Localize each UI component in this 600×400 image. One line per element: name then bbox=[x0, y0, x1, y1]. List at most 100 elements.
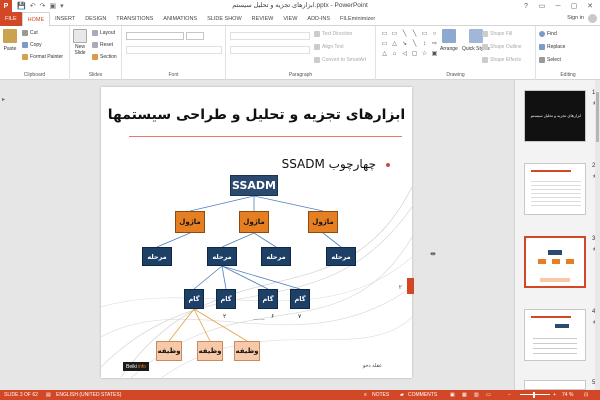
shape-glyph[interactable]: ↘ bbox=[400, 39, 409, 48]
stage-node[interactable]: مرحله bbox=[142, 247, 172, 266]
ssadm-root-node[interactable]: SSADM bbox=[230, 175, 278, 196]
reading-view-icon[interactable]: ▥ bbox=[474, 392, 479, 398]
slide-bullet-text[interactable]: چهارچوب SSADM bbox=[282, 157, 376, 171]
shape-glyph[interactable]: ▭ bbox=[390, 29, 399, 38]
shape-glyph[interactable]: ▭ bbox=[380, 39, 389, 48]
minimize-button[interactable]: ─ bbox=[550, 0, 566, 12]
step-node[interactable]: گام bbox=[290, 289, 310, 309]
fit-to-window-icon[interactable]: ⊡ bbox=[584, 392, 588, 398]
language-indicator[interactable]: ENGLISH (UNITED STATES) bbox=[56, 392, 121, 398]
stage-node[interactable]: مرحله bbox=[261, 247, 291, 266]
comments-button[interactable]: COMMENTS bbox=[408, 392, 437, 398]
layout-button[interactable]: Layout bbox=[92, 30, 115, 36]
ribbon-display-options-icon[interactable]: ▭ bbox=[534, 0, 550, 12]
notes-button[interactable]: NOTES bbox=[372, 392, 389, 398]
paste-button[interactable]: Paste bbox=[3, 29, 17, 52]
font-name-select[interactable] bbox=[126, 32, 184, 40]
tab-home[interactable]: HOME bbox=[21, 11, 51, 27]
spellcheck-icon[interactable]: ▤ bbox=[46, 392, 51, 398]
zoom-out-icon[interactable]: − bbox=[508, 392, 511, 398]
task-node[interactable]: وظیفه bbox=[234, 341, 260, 361]
zoom-slider[interactable] bbox=[520, 394, 550, 395]
slide-canvas[interactable]: ابزارهای تجزیه و تحلیل و طراحی سیستمها چ… bbox=[101, 87, 412, 378]
font-format-buttons[interactable] bbox=[126, 46, 222, 54]
redo-icon[interactable]: ↷ bbox=[40, 2, 46, 10]
task-node[interactable]: وظیفه bbox=[197, 341, 223, 361]
list-buttons[interactable] bbox=[230, 32, 310, 40]
close-button[interactable]: ✕ bbox=[582, 0, 598, 12]
tab-insert[interactable]: INSERT bbox=[50, 12, 80, 26]
convert-smartart-button[interactable]: Convert to SmartArt bbox=[314, 57, 366, 63]
step-node[interactable]: گام bbox=[184, 289, 204, 309]
align-buttons[interactable] bbox=[230, 46, 310, 54]
expand-panel-icon[interactable]: ▸ bbox=[2, 96, 5, 103]
shape-glyph[interactable]: ▣ bbox=[430, 49, 439, 58]
shapes-gallery[interactable]: ▭ ▭ ╲ ╲ ▭ ○ ▭ △ ↘ ╲ ↕ ⇨ △ ⌂ ◁ ▢ ☆ ▣ bbox=[380, 29, 438, 59]
slide-thumbnail[interactable]: ابزارهای تجزیه و تحلیل سیستم bbox=[524, 90, 586, 142]
task-node[interactable]: وظیفه bbox=[156, 341, 182, 361]
slideshow-view-icon[interactable]: ▭ bbox=[486, 392, 491, 398]
shape-glyph[interactable]: ▭ bbox=[420, 29, 429, 38]
reset-button[interactable]: Reset bbox=[92, 42, 113, 48]
shape-glyph[interactable]: ⌂ bbox=[390, 49, 399, 58]
font-size-select[interactable] bbox=[186, 32, 204, 40]
text-direction-button[interactable]: Text Direction bbox=[314, 31, 352, 37]
shape-fill-button[interactable]: Shape Fill bbox=[482, 31, 512, 37]
undo-icon[interactable]: ↶ bbox=[30, 2, 36, 10]
maximize-button[interactable]: ▢ bbox=[566, 0, 582, 12]
arrange-button[interactable]: Arrange bbox=[440, 29, 458, 52]
shape-effects-button[interactable]: Shape Effects bbox=[482, 57, 521, 63]
normal-view-icon[interactable]: ▣ bbox=[450, 392, 455, 398]
tab-slide-show[interactable]: SLIDE SHOW bbox=[202, 12, 247, 26]
save-icon[interactable]: 💾 bbox=[17, 2, 26, 10]
shape-glyph[interactable]: ↕ bbox=[420, 39, 429, 48]
module-node[interactable]: ماژول bbox=[308, 211, 338, 233]
tab-file[interactable]: FILE bbox=[0, 11, 22, 26]
help-icon[interactable]: ? bbox=[518, 0, 534, 12]
tab-add-ins[interactable]: ADD-INS bbox=[302, 12, 335, 26]
replace-button[interactable]: Replace bbox=[539, 44, 565, 50]
shape-glyph[interactable]: △ bbox=[380, 49, 389, 58]
shape-glyph[interactable]: ◁ bbox=[400, 49, 409, 58]
step-node[interactable]: گام bbox=[216, 289, 236, 309]
slide-title[interactable]: ابزارهای تجزیه و تحلیل و طراحی سیستمها bbox=[101, 107, 412, 123]
stage-node[interactable]: مرحله bbox=[326, 247, 356, 266]
tab-view[interactable]: VIEW bbox=[278, 12, 302, 26]
section-button[interactable]: Section bbox=[92, 54, 117, 60]
slide-thumbnail-selected[interactable] bbox=[524, 236, 586, 288]
tab-animations[interactable]: ANIMATIONS bbox=[158, 12, 202, 26]
zoom-level[interactable]: 74 % bbox=[562, 392, 573, 398]
start-slideshow-icon[interactable]: ▣ bbox=[49, 2, 56, 10]
sign-in-link[interactable]: Sign in bbox=[567, 15, 584, 21]
module-node[interactable]: ماژول bbox=[175, 211, 205, 233]
shape-outline-button[interactable]: Shape Outline bbox=[482, 44, 522, 50]
slide-thumbnail[interactable] bbox=[524, 380, 586, 390]
slide-thumbnail[interactable] bbox=[524, 309, 586, 361]
shape-glyph[interactable]: ○ bbox=[430, 29, 439, 38]
customize-qat-icon[interactable]: ▾ bbox=[60, 2, 64, 10]
align-text-button[interactable]: Align Text bbox=[314, 44, 344, 50]
shape-glyph[interactable]: ╲ bbox=[410, 29, 419, 38]
notes-icon[interactable]: ≡ bbox=[364, 392, 367, 398]
tab-review[interactable]: REVIEW bbox=[247, 12, 279, 26]
format-painter-button[interactable]: Format Painter bbox=[22, 54, 63, 60]
smiley-feedback-icon[interactable] bbox=[588, 14, 597, 23]
slide-thumbnail[interactable] bbox=[524, 163, 586, 215]
shape-glyph[interactable]: ▭ bbox=[380, 29, 389, 38]
new-slide-button[interactable]: New Slide bbox=[73, 29, 87, 56]
thumbnails-scroll-thumb[interactable] bbox=[596, 92, 599, 142]
select-button[interactable]: Select bbox=[539, 57, 561, 63]
copy-button[interactable]: Copy bbox=[22, 42, 42, 48]
tab-design[interactable]: DESIGN bbox=[80, 12, 111, 26]
tab-transitions[interactable]: TRANSITIONS bbox=[111, 12, 158, 26]
module-node[interactable]: ماژول bbox=[239, 211, 269, 233]
zoom-slider-handle[interactable] bbox=[533, 392, 535, 398]
shape-glyph[interactable]: ☆ bbox=[420, 49, 429, 58]
shape-glyph[interactable]: ╲ bbox=[400, 29, 409, 38]
shape-glyph[interactable]: ▢ bbox=[410, 49, 419, 58]
shape-glyph[interactable]: △ bbox=[390, 39, 399, 48]
shape-glyph[interactable]: ╲ bbox=[410, 39, 419, 48]
step-node[interactable]: گام bbox=[258, 289, 278, 309]
tab-fileminimizer[interactable]: FILEminimizer bbox=[335, 12, 380, 26]
zoom-in-icon[interactable]: + bbox=[553, 392, 556, 398]
